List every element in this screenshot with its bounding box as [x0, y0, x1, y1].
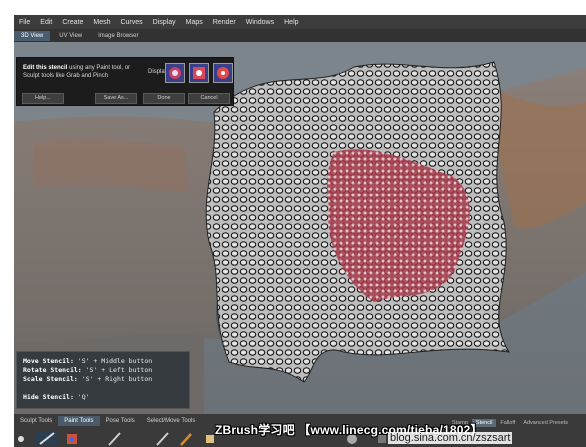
tool-tabs: Sculpt Tools Paint Tools Pose Tools Sele…: [14, 416, 201, 426]
tab-3d-view[interactable]: 3D View: [14, 30, 51, 41]
menu-render[interactable]: Render: [208, 19, 241, 26]
display-mode-1-icon[interactable]: [165, 63, 185, 83]
stencil-hints-overlay: Move Stencil: 'S' + Middle button Rotate…: [16, 351, 190, 409]
menu-edit[interactable]: Edit: [35, 19, 57, 26]
hint-hide: Hide Stencil: 'Q': [23, 393, 90, 401]
paint-bucket-icon[interactable]: [64, 431, 80, 446]
pencil-icon[interactable]: [106, 431, 122, 446]
tab-falloff[interactable]: Falloff: [496, 419, 519, 427]
help-button[interactable]: Help...: [22, 93, 64, 104]
cancel-button[interactable]: Cancel: [188, 93, 230, 104]
save-as-button[interactable]: Save As...: [95, 93, 137, 104]
top-margin: [0, 0, 586, 15]
menu-mesh[interactable]: Mesh: [88, 19, 115, 26]
paintbrush-icon[interactable]: [178, 431, 194, 446]
menu-curves[interactable]: Curves: [115, 19, 147, 26]
left-margin: [0, 0, 14, 447]
menu-maps[interactable]: Maps: [181, 19, 208, 26]
tab-image-browser[interactable]: Image Browser: [91, 31, 145, 41]
skin-patch-left: [34, 139, 189, 192]
menu-bar: File Edit Create Mesh Curves Display Map…: [14, 15, 586, 29]
tab-paint-tools[interactable]: Paint Tools: [58, 416, 100, 426]
display-mode-2-icon[interactable]: [189, 63, 209, 83]
brush-icon[interactable]: [36, 431, 58, 446]
done-button[interactable]: Done: [143, 93, 185, 104]
menu-create[interactable]: Create: [57, 19, 88, 26]
menu-help[interactable]: Help: [279, 19, 303, 26]
menu-file[interactable]: File: [14, 19, 35, 26]
blog-watermark: blog.sina.com.cn/zszsart: [388, 432, 513, 444]
tab-sculpt-tools[interactable]: Sculpt Tools: [14, 416, 58, 426]
menu-windows[interactable]: Windows: [241, 19, 279, 26]
tab-advanced-presets[interactable]: Advanced Presets: [519, 419, 572, 427]
tab-pose-tools[interactable]: Pose Tools: [100, 416, 141, 426]
view-tab-bar: 3D View UV View Image Browser: [14, 29, 586, 42]
airbrush-icon[interactable]: [154, 431, 170, 446]
hint-move: Move Stencil: 'S' + Middle button: [23, 357, 153, 365]
hint-scale: Scale Stencil: 'S' + Right button: [23, 375, 153, 383]
hint-rotate: Rotate Stencil: 'S' + Left button: [23, 366, 153, 374]
settings-icon[interactable]: [16, 431, 32, 446]
tab-uv-view[interactable]: UV View: [52, 31, 89, 41]
display-mode-3-icon[interactable]: [213, 63, 233, 83]
tab-select-move-tools[interactable]: Select/Move Tools: [141, 416, 202, 426]
stencil-instructions: Edit this stencil using any Paint tool, …: [23, 65, 131, 79]
menu-display[interactable]: Display: [148, 19, 181, 26]
stencil-edit-panel: Edit this stencil using any Paint tool, …: [16, 57, 234, 106]
